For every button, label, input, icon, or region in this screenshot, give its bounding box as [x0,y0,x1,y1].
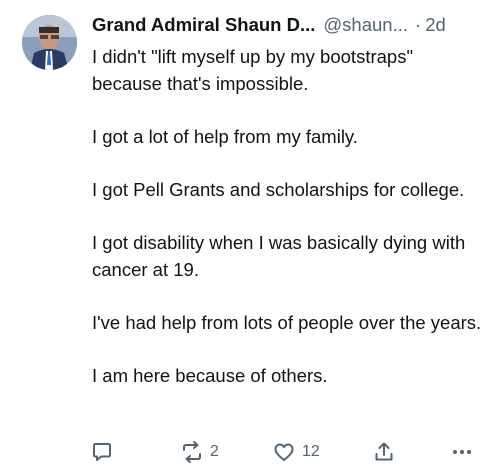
retweet-button[interactable]: 2 [180,440,219,464]
timestamp[interactable]: 2d [425,12,446,38]
like-count: 12 [302,443,320,460]
more-button[interactable] [450,440,474,464]
tweet-content: Grand Admiral Shaun D... @shaun... · 2d … [92,12,487,389]
comment-icon [93,443,111,461]
tweet-header: Grand Admiral Shaun D... @shaun... · 2d [92,12,487,39]
tweet-text: I didn't "lift myself up by my bootstrap… [92,43,487,389]
tweet-paragraph: I didn't "lift myself up by my bootstrap… [92,46,414,94]
avatar[interactable] [22,15,77,70]
action-bar: 2 12 [90,440,475,470]
avatar-image [22,15,77,70]
author-handle[interactable]: @shaun... [323,12,408,38]
like-button[interactable]: 12 [272,440,320,464]
tweet[interactable]: Grand Admiral Shaun D... @shaun... · 2d … [0,0,500,469]
tweet-paragraph: I am here because of others. [92,365,328,386]
retweet-icon [183,441,201,463]
tweet-paragraph: I got Pell Grants and scholarships for c… [92,179,465,200]
share-button[interactable] [372,440,396,464]
more-horizontal-icon [453,450,471,454]
reply-button[interactable] [90,440,114,464]
tweet-paragraph: I've had help from lots of people over t… [92,312,482,333]
tweet-paragraph: I got a lot of help from my family. [92,126,358,147]
author-name[interactable]: Grand Admiral Shaun D... [92,12,315,38]
heart-icon [274,443,294,461]
separator-dot: · [415,14,422,35]
tweet-paragraph: I got disability when I was basically dy… [92,232,466,280]
share-icon [375,442,393,461]
retweet-count: 2 [210,443,219,460]
